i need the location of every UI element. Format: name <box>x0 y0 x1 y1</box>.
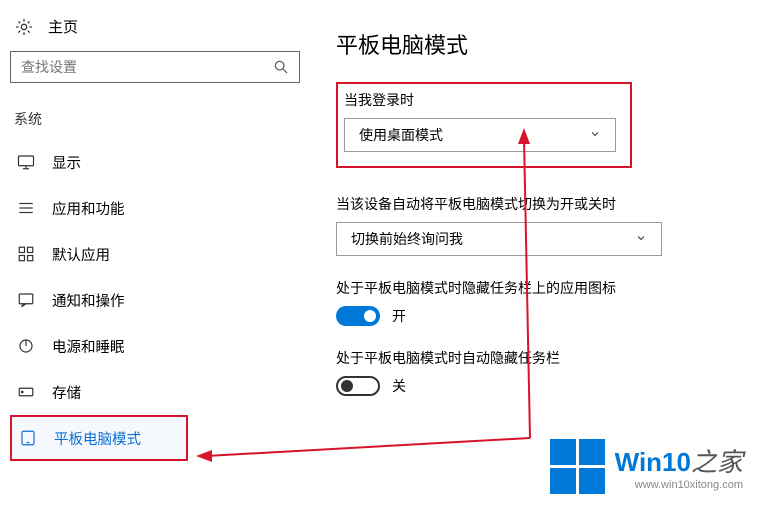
sidebar-item-label: 显示 <box>52 152 81 173</box>
main-content: 平板电脑模式 当我登录时 使用桌面模式 当该设备自动将平板电脑模式切换为开或关时… <box>300 0 765 508</box>
display-icon <box>16 153 36 171</box>
default-apps-icon <box>16 245 36 263</box>
sidebar-item-tablet-mode[interactable]: 平板电脑模式 <box>10 415 188 461</box>
sidebar-item-notifications[interactable]: 通知和操作 <box>10 277 300 323</box>
sidebar-item-label: 通知和操作 <box>52 290 125 311</box>
sidebar-item-label: 电源和睡眠 <box>52 336 125 357</box>
windows-logo-icon <box>550 439 605 494</box>
autoswitch-dropdown[interactable]: 切换前始终询问我 <box>336 222 662 256</box>
apps-icon <box>16 199 36 217</box>
autoswitch-label: 当该设备自动将平板电脑模式切换为开或关时 <box>336 194 765 214</box>
sidebar-item-label: 默认应用 <box>52 244 110 265</box>
home-label: 主页 <box>48 16 78 37</box>
dropdown-value: 使用桌面模式 <box>359 125 443 145</box>
autohide-taskbar-label: 处于平板电脑模式时自动隐藏任务栏 <box>336 348 765 368</box>
tablet-icon <box>18 429 38 447</box>
brand-suffix: 之家 <box>691 447 743 477</box>
search-field[interactable] <box>21 59 261 75</box>
storage-icon <box>16 383 36 401</box>
power-icon <box>16 337 36 355</box>
chevron-down-icon <box>635 231 647 247</box>
notifications-icon <box>16 291 36 309</box>
page-title: 平板电脑模式 <box>336 28 765 60</box>
signin-label: 当我登录时 <box>344 90 612 110</box>
dropdown-value: 切换前始终询问我 <box>351 229 463 249</box>
hide-icons-toggle[interactable] <box>336 306 380 326</box>
signin-section-highlight: 当我登录时 使用桌面模式 <box>336 82 632 168</box>
sidebar-item-label: 平板电脑模式 <box>54 428 141 449</box>
gear-icon <box>14 17 34 37</box>
autohide-taskbar-toggle[interactable] <box>336 376 380 396</box>
sidebar-item-apps[interactable]: 应用和功能 <box>10 185 300 231</box>
category-heading: 系统 <box>10 105 300 139</box>
home-link[interactable]: 主页 <box>10 10 300 51</box>
sidebar-item-default-apps[interactable]: 默认应用 <box>10 231 300 277</box>
brand-url: www.win10xitong.com <box>615 479 743 491</box>
sidebar: 主页 系统 显示 应用和功能 <box>0 0 300 508</box>
search-icon <box>273 59 289 75</box>
sidebar-item-power[interactable]: 电源和睡眠 <box>10 323 300 369</box>
brand-prefix: Win10 <box>615 447 691 477</box>
watermark: Win10之家 www.win10xitong.com <box>550 439 743 494</box>
signin-dropdown[interactable]: 使用桌面模式 <box>344 118 616 152</box>
sidebar-item-label: 存储 <box>52 382 81 403</box>
sidebar-item-display[interactable]: 显示 <box>10 139 300 185</box>
hide-icons-label: 处于平板电脑模式时隐藏任务栏上的应用图标 <box>336 278 765 298</box>
sidebar-item-storage[interactable]: 存储 <box>10 369 300 415</box>
chevron-down-icon <box>589 127 601 143</box>
sidebar-item-label: 应用和功能 <box>52 198 125 219</box>
search-input[interactable] <box>10 51 300 83</box>
toggle-state: 开 <box>392 306 406 326</box>
toggle-state: 关 <box>392 376 406 396</box>
